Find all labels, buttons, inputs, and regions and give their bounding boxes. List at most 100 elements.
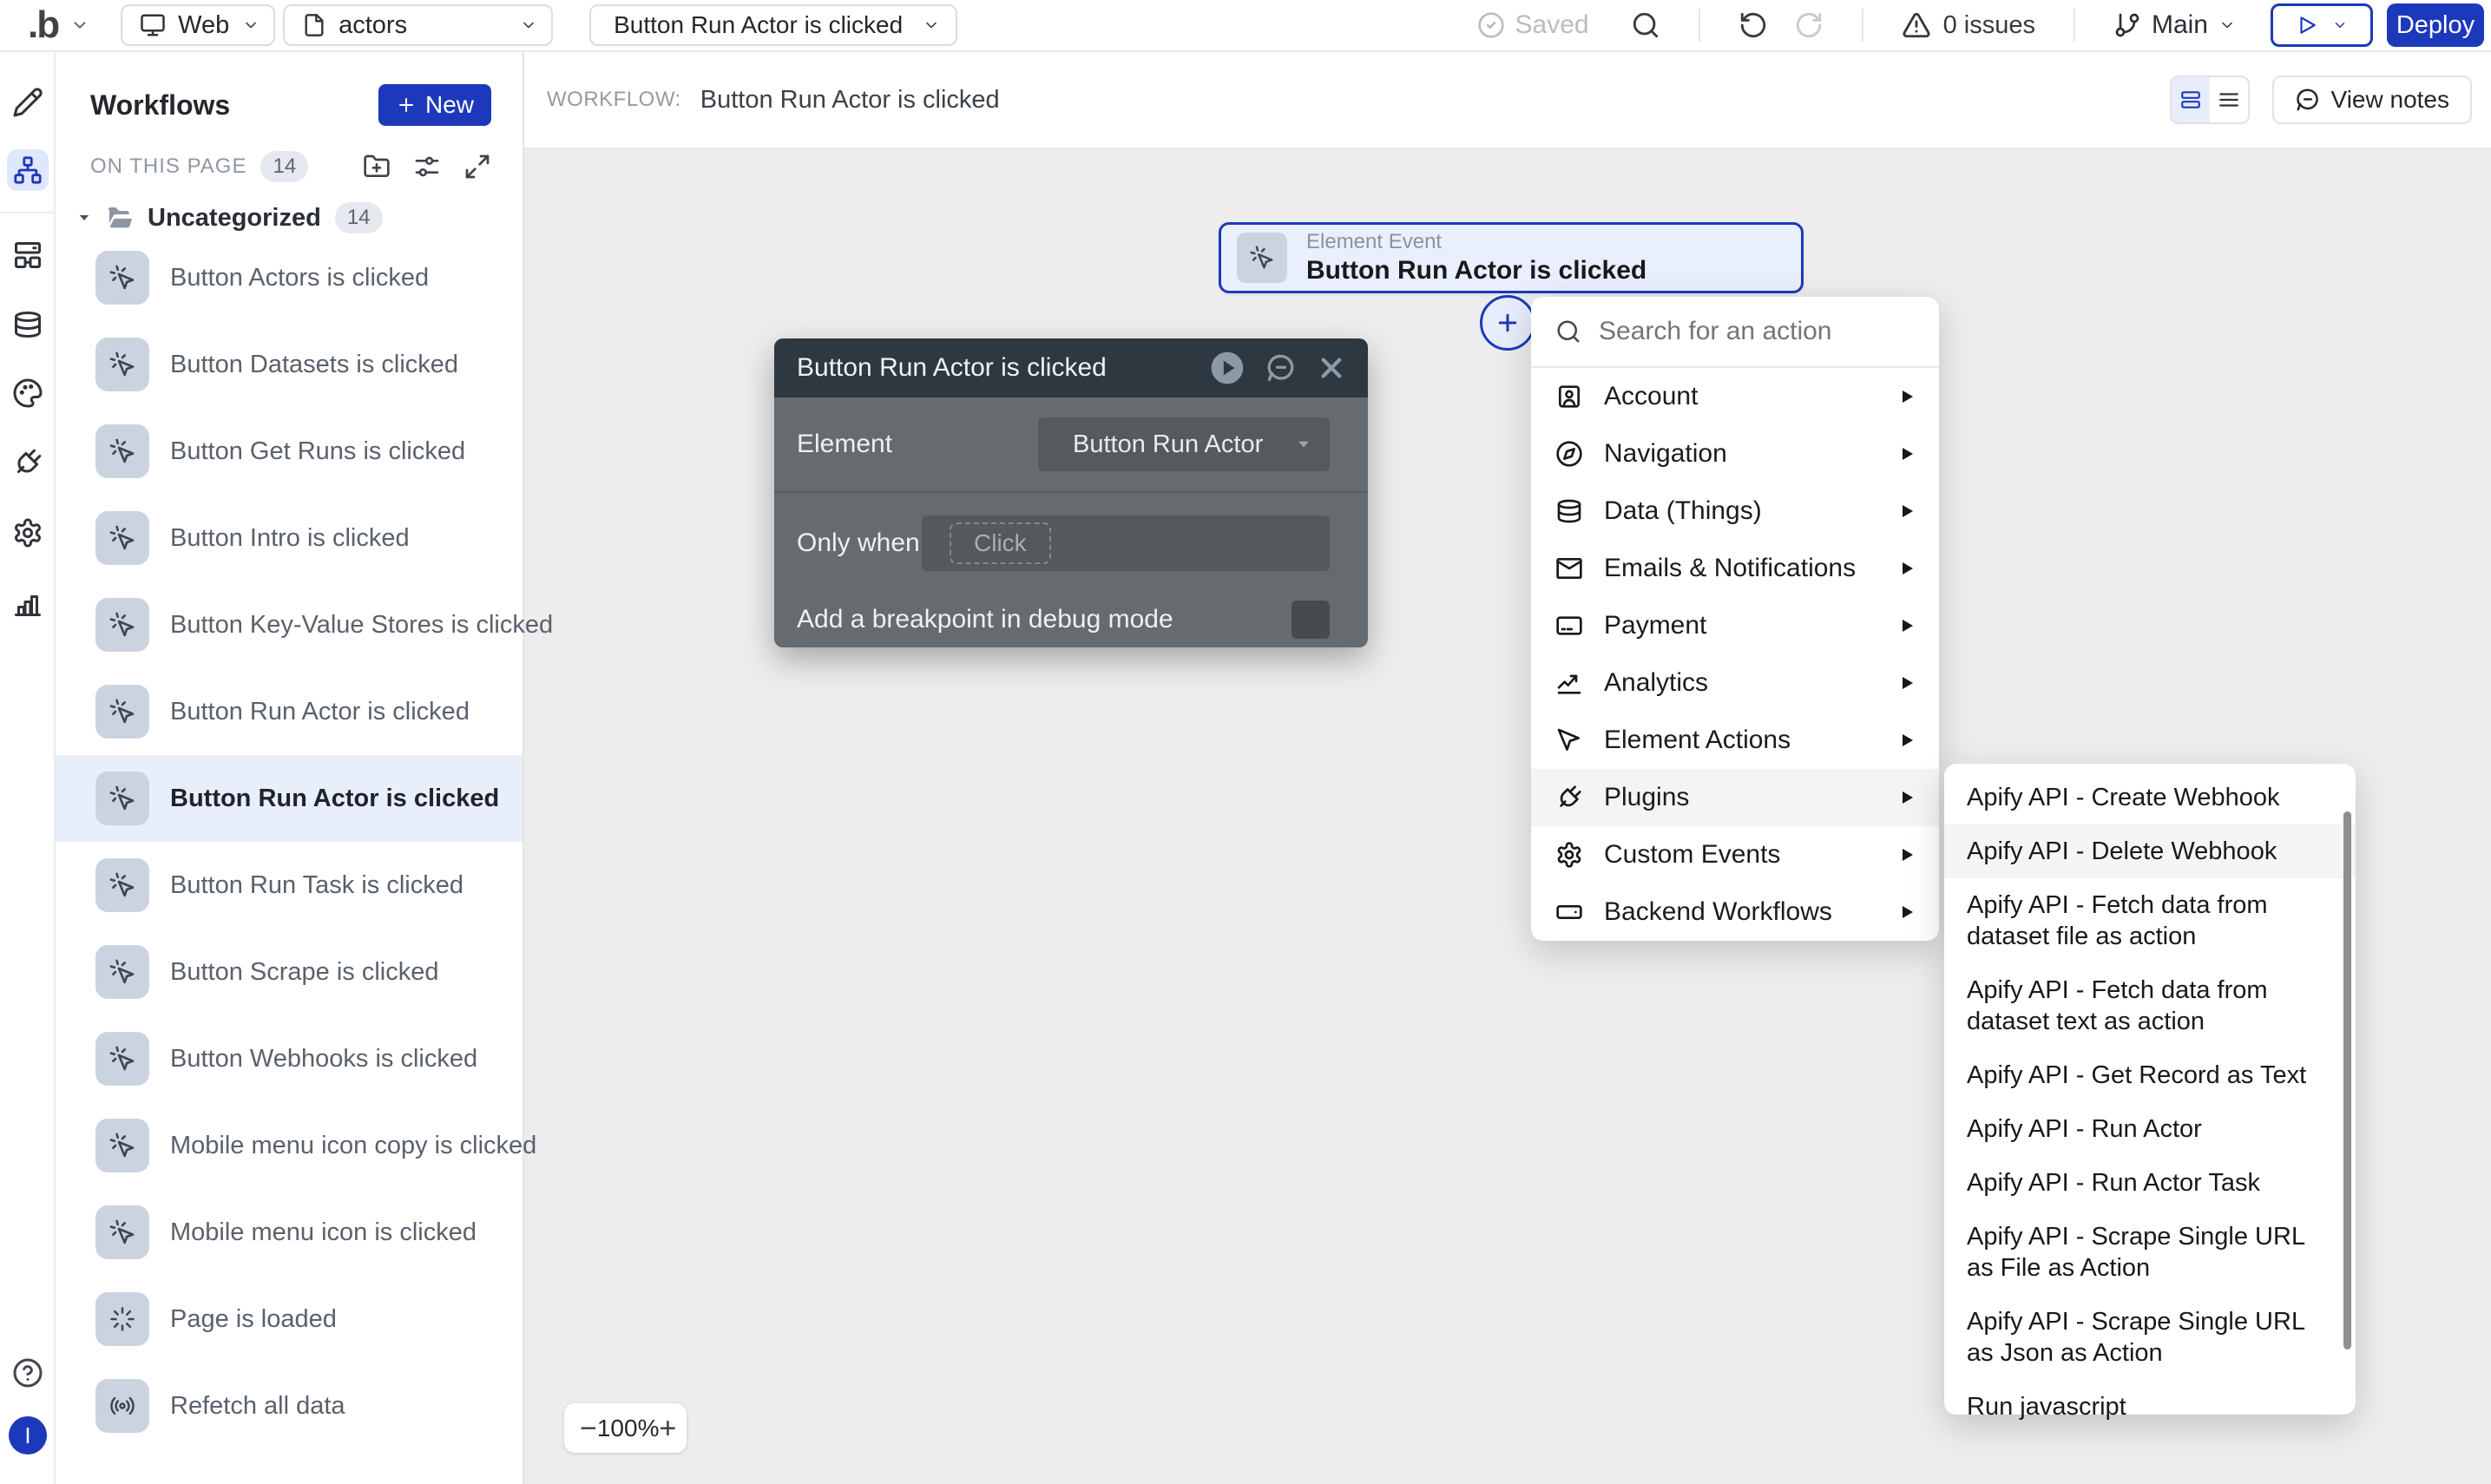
- workflow-item[interactable]: Refetch all data: [56, 1363, 523, 1449]
- workflow-item[interactable]: Button Webhooks is clicked: [56, 1015, 523, 1102]
- submenu-item-hovered[interactable]: Apify API - Delete Webhook: [1944, 824, 2356, 878]
- workflow-item[interactable]: Button Key-Value Stores is clicked: [56, 581, 553, 668]
- workflow-item[interactable]: Mobile menu icon is clicked: [56, 1189, 523, 1276]
- dialog-header[interactable]: Button Run Actor is clicked: [774, 338, 1368, 397]
- workflow-item-selected[interactable]: Button Run Actor is clicked: [56, 755, 523, 842]
- settings-gear-icon[interactable]: [12, 517, 43, 548]
- design-pencil-icon[interactable]: [12, 87, 43, 118]
- logs-chart-icon[interactable]: [12, 588, 43, 619]
- workflow-item[interactable]: Mobile menu icon copy is clicked: [56, 1102, 536, 1189]
- avatar[interactable]: I: [9, 1416, 47, 1454]
- app-logo[interactable]: .b: [0, 3, 89, 47]
- submenu-item[interactable]: Apify API - Scrape Single URL as Json as…: [1944, 1295, 2356, 1380]
- card-view-button[interactable]: [2171, 77, 2210, 122]
- styles-palette-icon[interactable]: [12, 378, 43, 409]
- new-workflow-button[interactable]: New: [378, 84, 491, 126]
- zoom-out-button[interactable]: −: [580, 1414, 597, 1443]
- divider: [0, 212, 56, 213]
- zoom-in-button[interactable]: +: [659, 1414, 676, 1443]
- check-circle-icon: [1477, 11, 1505, 39]
- close-icon[interactable]: [1318, 354, 1345, 382]
- workflow-item[interactable]: Page is loaded: [56, 1276, 523, 1363]
- menu-item-backend-workflows[interactable]: Backend Workflows: [1531, 883, 1939, 941]
- workflow-item[interactable]: Button Scrape is clicked: [56, 929, 523, 1015]
- workflows-tab-active[interactable]: [7, 149, 49, 191]
- workflow-select[interactable]: Button Run Actor is clicked: [589, 4, 958, 46]
- new-folder-icon[interactable]: [363, 153, 391, 181]
- submenu-item[interactable]: Apify API - Run Actor Task: [1944, 1156, 2356, 1210]
- chevron-down-icon: [242, 16, 260, 34]
- issues-button[interactable]: 0 issues: [1902, 10, 2035, 40]
- submenu-item[interactable]: Run javascript: [1944, 1380, 2356, 1434]
- menu-item-payment[interactable]: Payment: [1531, 597, 1939, 654]
- mouse-click-icon: [95, 251, 149, 305]
- envelope-icon: [1555, 555, 1583, 582]
- comment-bubble-icon[interactable]: [1265, 352, 1297, 384]
- page-file-icon: [302, 13, 326, 37]
- plus-icon: [396, 95, 417, 115]
- only-when-placeholder-chip[interactable]: Click: [950, 522, 1051, 564]
- chevron-down-icon: [70, 16, 89, 35]
- submenu-item[interactable]: Apify API - Run Actor: [1944, 1102, 2356, 1156]
- submenu-item[interactable]: Apify API - Fetch data from dataset text…: [1944, 963, 2356, 1048]
- breakpoint-checkbox[interactable]: [1292, 601, 1330, 639]
- action-search-input[interactable]: [1599, 317, 1934, 346]
- add-action-button[interactable]: [1480, 295, 1535, 351]
- run-step-button[interactable]: [1210, 351, 1245, 385]
- list-view-button[interactable]: [2210, 77, 2248, 122]
- workflow-item[interactable]: Button Run Actor is clicked: [56, 668, 523, 755]
- workflow-item[interactable]: Button Run Task is clicked: [56, 842, 523, 929]
- menu-item-account[interactable]: Account: [1531, 368, 1939, 425]
- caret-down-icon[interactable]: [76, 210, 92, 226]
- mouse-click-icon: [95, 338, 149, 391]
- node-type-label: Element Event: [1306, 230, 1443, 253]
- menu-item-navigation[interactable]: Navigation: [1531, 425, 1939, 483]
- menu-item-data-things[interactable]: Data (Things): [1531, 483, 1939, 540]
- menu-item-custom-events[interactable]: Custom Events: [1531, 826, 1939, 883]
- menu-item-plugins[interactable]: Plugins: [1531, 769, 1939, 826]
- workflow-item[interactable]: Button Get Runs is clicked: [56, 408, 523, 495]
- scrollbar-thumb[interactable]: [2343, 811, 2351, 1349]
- warning-triangle-icon: [1902, 10, 1931, 40]
- dialog-body: Element Button Run Actor Only when Click…: [774, 397, 1368, 647]
- database-icon[interactable]: [12, 309, 43, 340]
- menu-item-element-actions[interactable]: Element Actions: [1531, 712, 1939, 769]
- deploy-button[interactable]: Deploy: [2387, 3, 2484, 47]
- submenu-item[interactable]: Apify API - Create Webhook: [1944, 771, 2356, 824]
- run-preview-button[interactable]: [2271, 3, 2373, 47]
- submenu-arrow-icon: [1903, 849, 1913, 861]
- help-icon[interactable]: [12, 1357, 43, 1389]
- menu-item-analytics[interactable]: Analytics: [1531, 654, 1939, 712]
- folder-row[interactable]: Uncategorized 14: [76, 198, 491, 238]
- workflow-item[interactable]: Button Actors is clicked: [56, 234, 523, 321]
- expand-panel-icon[interactable]: [463, 153, 491, 181]
- filter-sliders-icon[interactable]: [413, 153, 441, 181]
- zoom-level: 100%: [596, 1414, 660, 1441]
- redo-button[interactable]: [1794, 10, 1824, 40]
- element-dropdown[interactable]: Button Run Actor: [1038, 417, 1330, 471]
- workflow-item[interactable]: Button Datasets is clicked: [56, 321, 523, 408]
- components-blocks-icon[interactable]: [12, 240, 43, 271]
- only-when-input[interactable]: Click: [922, 515, 1330, 571]
- page-select[interactable]: actors: [283, 4, 554, 46]
- note-bubble-icon: [2295, 87, 2321, 113]
- plugins-plug-icon[interactable]: [6, 441, 50, 485]
- menu-item-emails-notifications[interactable]: Emails & Notifications: [1531, 540, 1939, 597]
- page-load-burst-icon: [95, 1292, 149, 1346]
- mouse-click-icon: [95, 1119, 149, 1172]
- workflows-panel: Workflows New ON THIS PAGE 14 Uncategori…: [56, 52, 553, 1484]
- search-button[interactable]: [1631, 10, 1660, 40]
- event-node[interactable]: Element Event Button Run Actor is clicke…: [1219, 222, 1804, 293]
- deploy-label: Deploy: [2396, 10, 2475, 39]
- submenu-item[interactable]: Apify API - Fetch data from dataset file…: [1944, 878, 2356, 963]
- branch-select[interactable]: Main: [2113, 10, 2236, 40]
- submenu-arrow-icon: [1903, 562, 1913, 575]
- view-notes-button[interactable]: View notes: [2271, 76, 2472, 124]
- workflow-item[interactable]: Button Intro is clicked: [56, 495, 523, 581]
- canvas-header: WORKFLOW: Button Run Actor is clicked Vi…: [524, 52, 2491, 149]
- undo-button[interactable]: [1738, 10, 1768, 40]
- top-bar: .b Web actors Button Run Actor is clicke…: [0, 0, 2491, 52]
- submenu-item[interactable]: Apify API - Get Record as Text: [1944, 1048, 2356, 1102]
- submenu-item[interactable]: Apify API - Scrape Single URL as File as…: [1944, 1210, 2356, 1295]
- platform-select[interactable]: Web: [121, 4, 276, 46]
